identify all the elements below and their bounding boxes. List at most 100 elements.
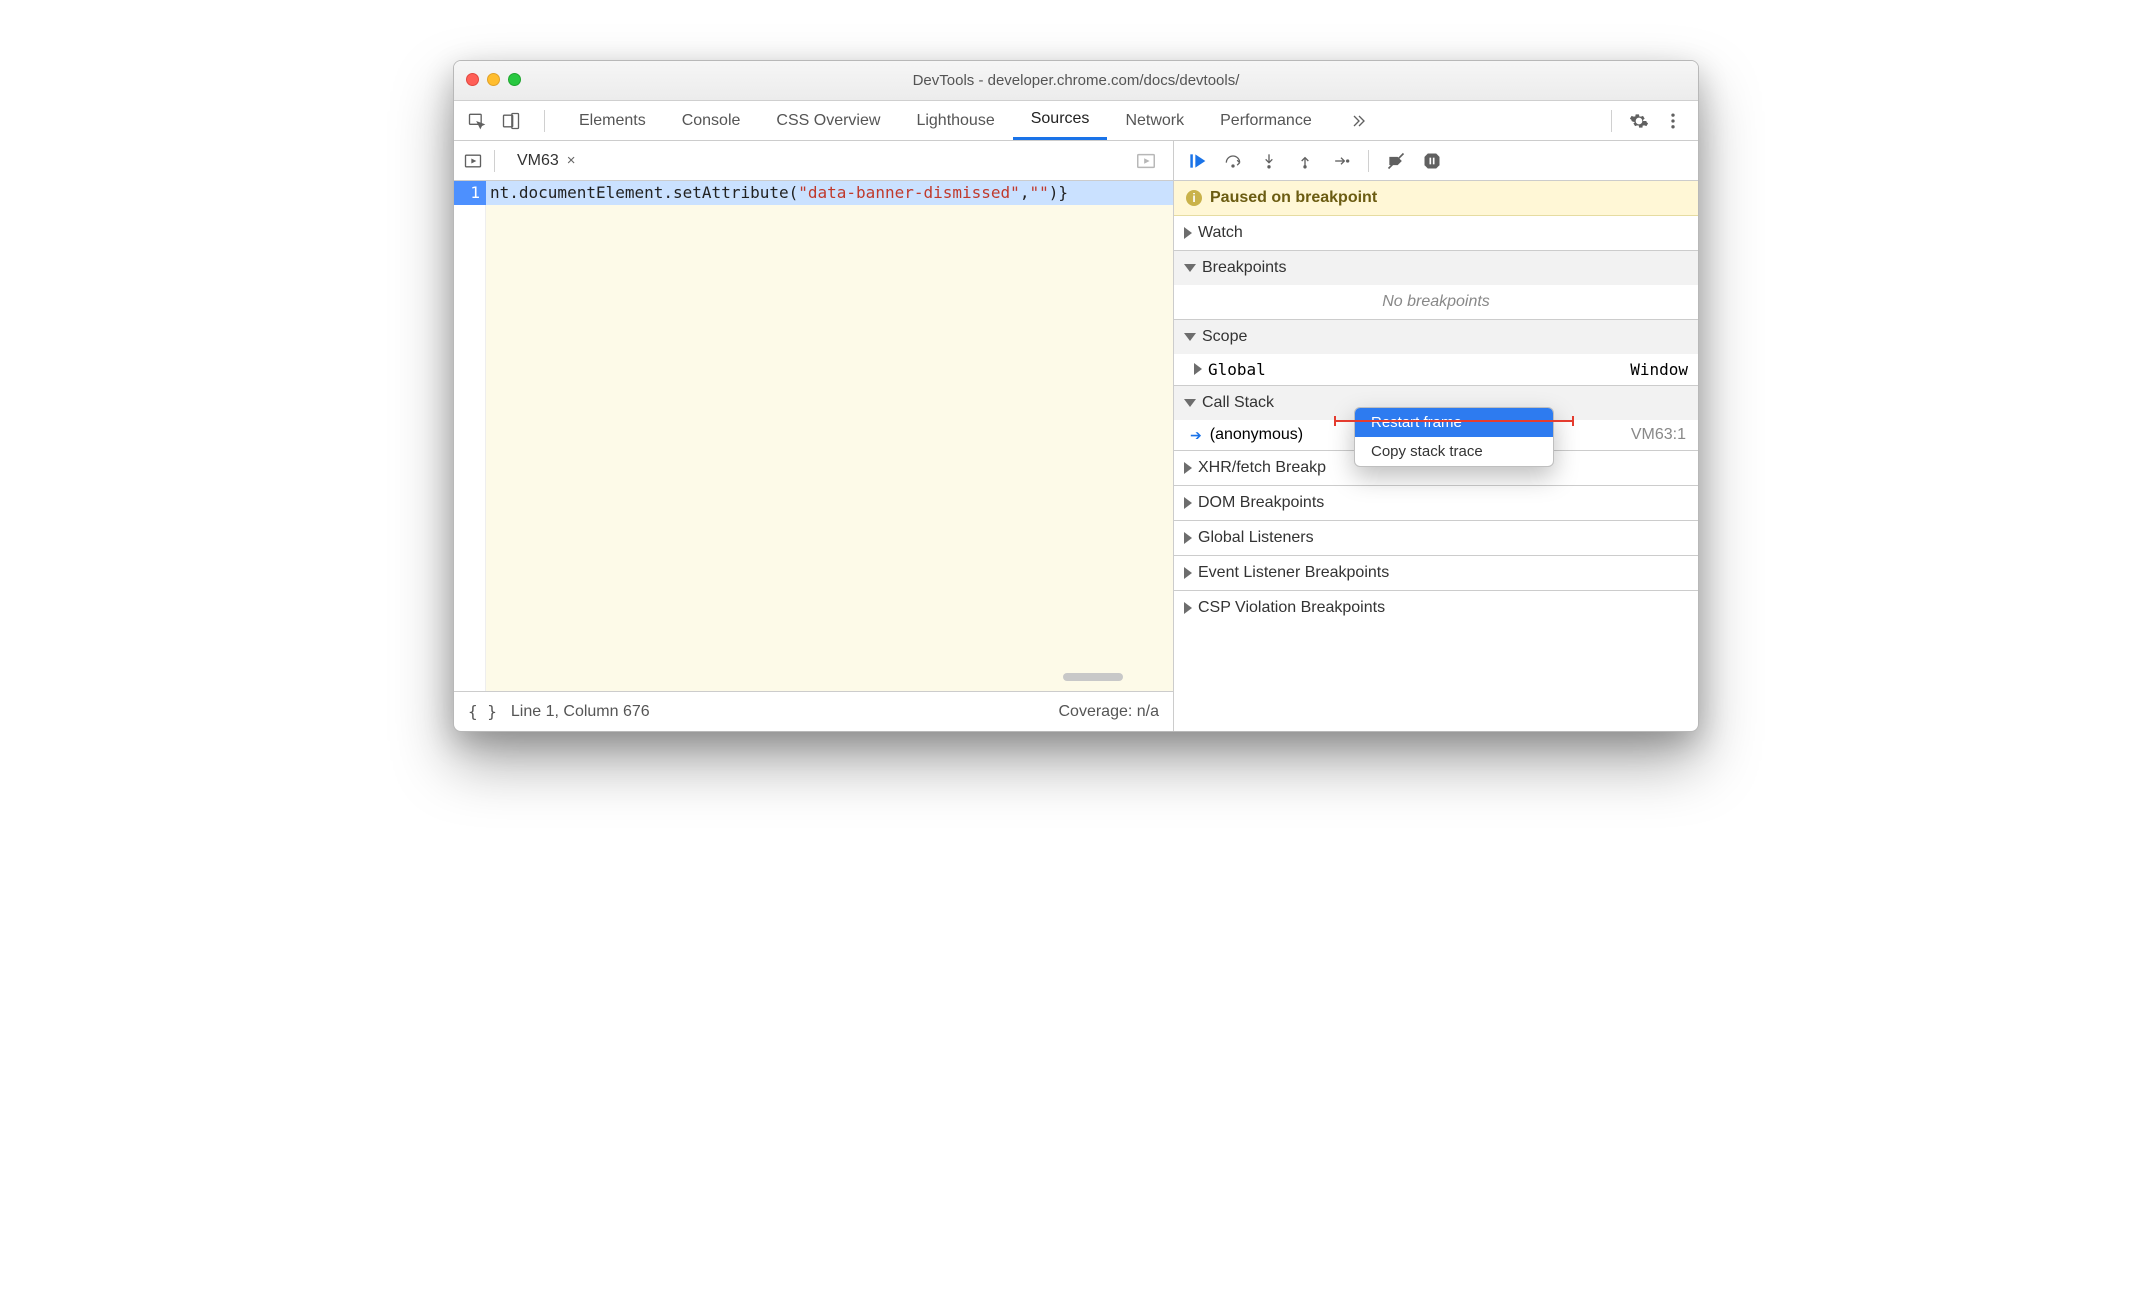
section-scope: Scope Global Window [1174,320,1698,386]
section-title: DOM Breakpoints [1198,494,1324,512]
section-header-event-listener[interactable]: Event Listener Breakpoints [1174,556,1698,590]
step-into-icon[interactable] [1258,150,1280,172]
tab-css-overview[interactable]: CSS Overview [758,101,898,140]
inspect-element-icon[interactable] [466,110,488,132]
coverage-status: Coverage: n/a [1058,703,1159,721]
step-over-icon[interactable] [1222,150,1244,172]
file-tabbar: VM63 × [454,141,1173,181]
snippet-run-icon[interactable] [1135,150,1157,172]
editor-line-1[interactable]: 1 nt.documentElement.setAttribute("data-… [454,181,1173,205]
window-title: DevTools - developer.chrome.com/docs/dev… [454,72,1698,89]
section-header-watch[interactable]: Watch [1174,216,1698,250]
file-tab-vm63[interactable]: VM63 × [503,141,590,180]
tab-lighthouse[interactable]: Lighthouse [898,101,1012,140]
section-csp-breakpoints: CSP Violation Breakpoints [1174,591,1698,625]
code-editor[interactable]: 1 nt.documentElement.setAttribute("data-… [454,181,1173,691]
scope-name: Global [1208,360,1266,379]
tabs-overflow[interactable] [1330,101,1388,140]
line-number[interactable]: 1 [454,181,486,205]
titlebar: DevTools - developer.chrome.com/docs/dev… [454,61,1698,101]
step-out-icon[interactable] [1294,150,1316,172]
section-breakpoints: Breakpoints No breakpoints [1174,251,1698,320]
chevron-right-icon [1184,567,1192,579]
section-header-csp[interactable]: CSP Violation Breakpoints [1174,591,1698,625]
section-title: Event Listener Breakpoints [1198,564,1389,582]
chevron-right-icon [1184,462,1192,474]
scope-value: Window [1630,360,1688,379]
tab-sources[interactable]: Sources [1013,101,1108,140]
chevron-right-icon [1184,602,1192,614]
section-title: Breakpoints [1202,259,1287,277]
paused-banner: i Paused on breakpoint [1174,181,1698,216]
horizontal-scrollbar-thumb[interactable] [1063,673,1123,681]
info-icon: i [1186,190,1202,206]
paused-label: Paused on breakpoint [1210,189,1377,207]
section-header-breakpoints[interactable]: Breakpoints [1174,251,1698,285]
scope-global-row[interactable]: Global Window [1174,354,1698,385]
context-menu-item-label: Copy stack trace [1371,443,1483,460]
content-area: VM63 × 1 nt.documentElement.setAttribute… [454,141,1698,731]
device-toolbar-icon[interactable] [500,110,522,132]
context-menu: Restart frame Copy stack trace [1354,407,1554,467]
section-dom-breakpoints: DOM Breakpoints [1174,486,1698,521]
separator [1368,150,1369,172]
editor-statusbar: { } Line 1, Column 676 Coverage: n/a [454,691,1173,731]
section-header-global-listeners[interactable]: Global Listeners [1174,521,1698,555]
separator [1611,110,1612,132]
chevron-down-icon [1184,333,1196,341]
annotation-strikethrough [1334,420,1574,422]
resume-icon[interactable] [1186,150,1208,172]
sources-left-pane: VM63 × 1 nt.documentElement.setAttribute… [454,141,1174,731]
main-tabstrip: Elements Console CSS Overview Lighthouse… [454,101,1698,141]
debugger-pane: i Paused on breakpoint Watch Breakpoints… [1174,141,1698,731]
window-minimize-button[interactable] [487,73,500,86]
debug-toolbar [1174,141,1698,181]
close-icon[interactable]: × [567,152,576,169]
step-icon[interactable] [1330,150,1352,172]
tab-network[interactable]: Network [1107,101,1202,140]
chevron-right-icon [1184,532,1192,544]
chevron-right-double-icon [1348,110,1370,132]
cursor-position: Line 1, Column 676 [511,703,650,721]
window-close-button[interactable] [466,73,479,86]
section-title: XHR/fetch Breakp [1198,459,1326,477]
current-frame-icon: ➔ [1190,427,1202,444]
tab-elements[interactable]: Elements [561,101,664,140]
section-title: Global Listeners [1198,529,1314,547]
section-header-scope[interactable]: Scope [1174,320,1698,354]
main-tabs: Elements Console CSS Overview Lighthouse… [551,101,1597,140]
editor-body [486,205,1173,691]
tab-console[interactable]: Console [664,101,759,140]
section-header-dom[interactable]: DOM Breakpoints [1174,486,1698,520]
section-title: Call Stack [1202,394,1274,412]
gutter [454,205,486,691]
chevron-down-icon [1184,264,1196,272]
pretty-print-icon[interactable]: { } [468,702,511,721]
chevron-right-icon [1184,227,1192,239]
gear-icon[interactable] [1628,110,1650,132]
file-tab-label: VM63 [517,152,559,170]
section-watch: Watch [1174,216,1698,251]
context-menu-restart-frame[interactable]: Restart frame [1355,408,1553,437]
section-title: CSP Violation Breakpoints [1198,599,1385,617]
context-menu-copy-stack-trace[interactable]: Copy stack trace [1355,437,1553,466]
navigator-toggle-icon[interactable] [462,150,484,172]
pause-on-exceptions-icon[interactable] [1421,150,1443,172]
window-controls [466,73,521,86]
context-menu-item-label: Restart frame [1371,414,1462,431]
tab-performance[interactable]: Performance [1202,101,1330,140]
section-title: Watch [1198,224,1243,242]
section-global-listeners: Global Listeners [1174,521,1698,556]
section-event-listener-breakpoints: Event Listener Breakpoints [1174,556,1698,591]
chevron-right-icon [1184,497,1192,509]
frame-name: (anonymous) [1210,426,1303,444]
section-title: Scope [1202,328,1247,346]
window-maximize-button[interactable] [508,73,521,86]
deactivate-breakpoints-icon[interactable] [1385,150,1407,172]
chevron-down-icon [1184,399,1196,407]
chevron-right-icon [1194,363,1202,375]
frame-location: VM63:1 [1631,426,1686,444]
code-text: nt.documentElement.setAttribute("data-ba… [486,181,1068,205]
devtools-window: DevTools - developer.chrome.com/docs/dev… [453,60,1699,732]
kebab-menu-icon[interactable] [1662,110,1684,132]
